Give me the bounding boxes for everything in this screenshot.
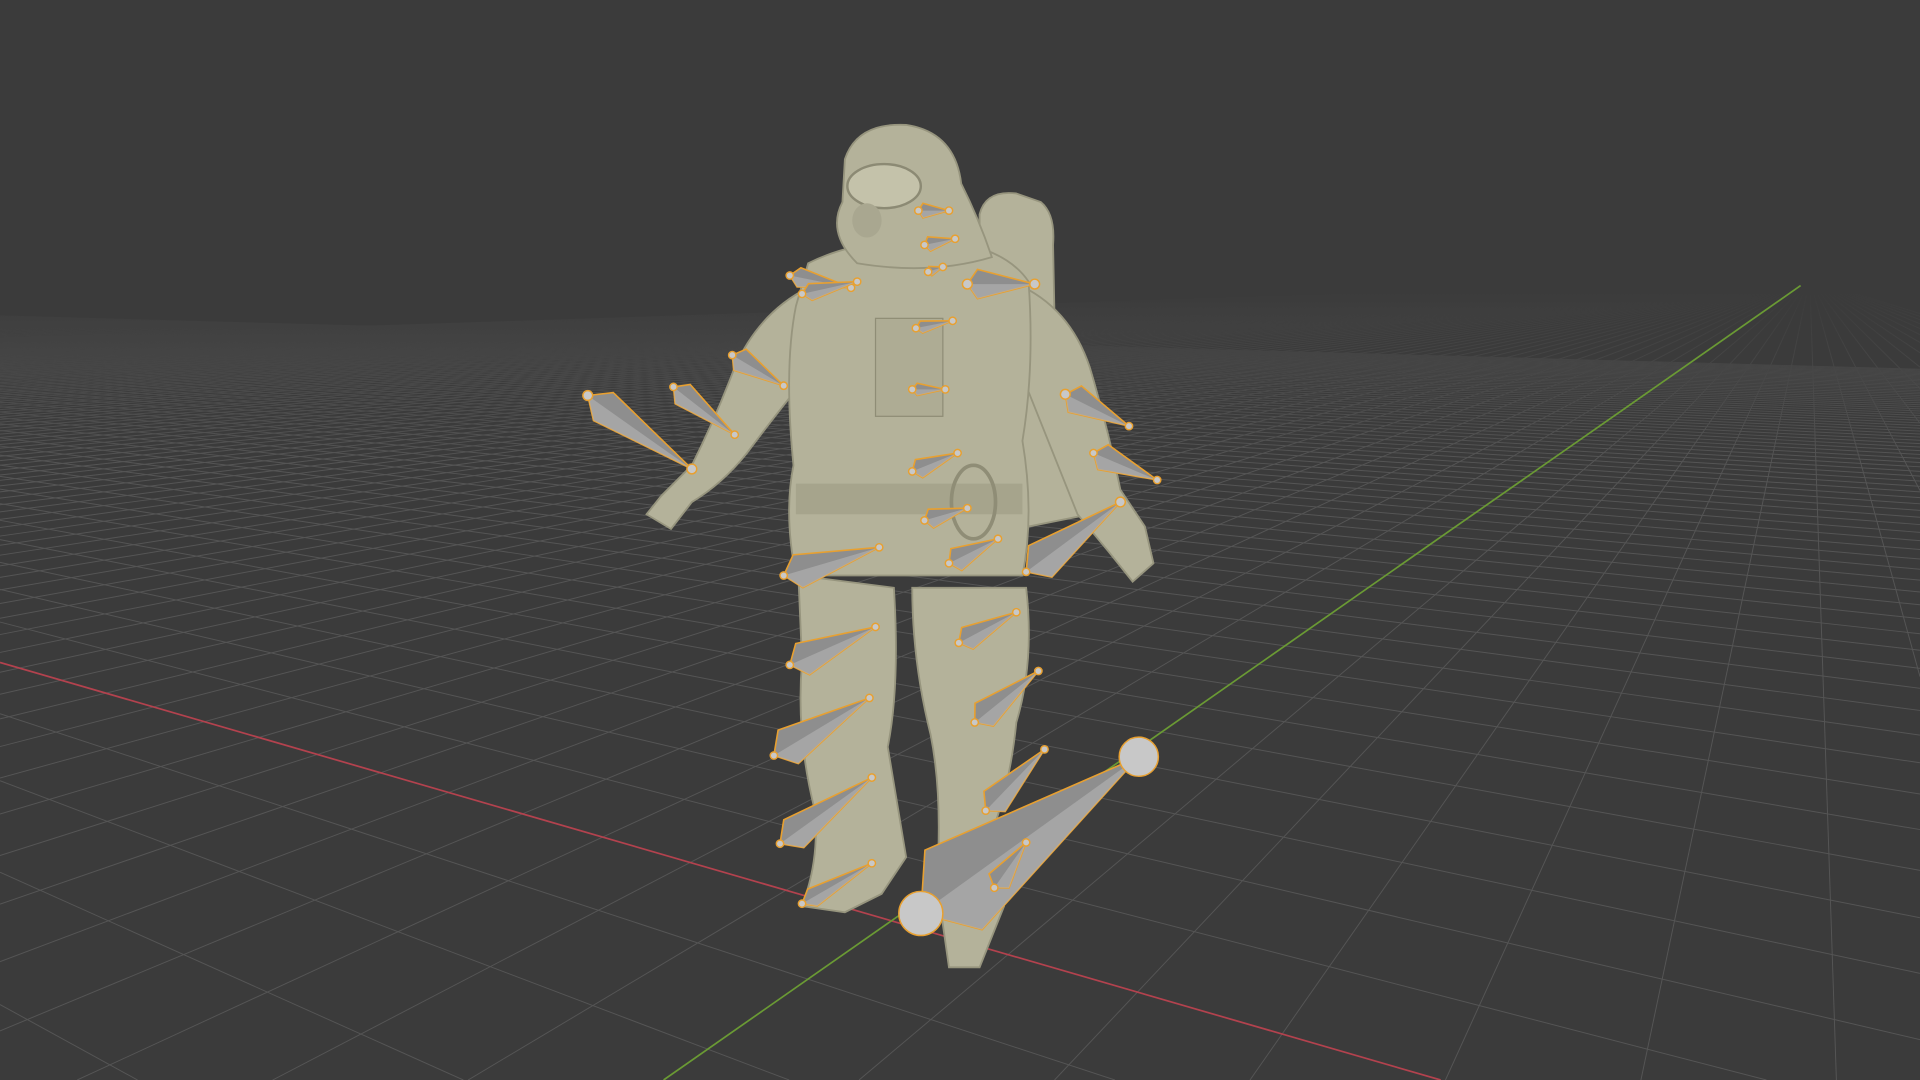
bone-tail-joint[interactable] — [779, 381, 789, 391]
grid-line — [0, 1004, 138, 1080]
belt — [795, 483, 1023, 515]
bone-head-joint[interactable] — [582, 389, 594, 402]
bone-tail-joint[interactable] — [953, 448, 962, 458]
bone-tail-joint[interactable] — [1021, 838, 1031, 847]
bone-head-joint[interactable] — [920, 516, 929, 525]
bone-head-joint[interactable] — [775, 839, 785, 849]
bone-tail-joint[interactable] — [874, 542, 884, 552]
bone-tail-joint[interactable] — [938, 262, 948, 272]
bone-head-joint[interactable] — [1021, 567, 1031, 577]
bone-tail-joint[interactable] — [867, 773, 877, 782]
bone-tail-joint[interactable] — [852, 277, 862, 287]
bone-head-joint[interactable] — [669, 382, 678, 392]
bone-tail-joint[interactable] — [962, 503, 972, 513]
bone-head-joint[interactable] — [911, 323, 921, 333]
bone-tail-joint[interactable] — [1152, 475, 1162, 485]
bone-head-joint[interactable] — [1089, 448, 1098, 458]
3d-viewport[interactable] — [0, 0, 1920, 1080]
bone-tail-joint[interactable] — [730, 430, 740, 440]
bone-tail-joint[interactable] — [1114, 496, 1127, 508]
viewport-scene[interactable] — [0, 0, 1920, 1080]
bone-head-joint[interactable] — [898, 890, 944, 937]
bone-head-joint[interactable] — [913, 206, 923, 216]
bone-head-joint[interactable] — [727, 350, 737, 360]
bone-head-joint[interactable] — [797, 899, 807, 909]
bone-tail-joint[interactable] — [993, 534, 1003, 544]
bone-tail-joint[interactable] — [1029, 278, 1041, 290]
bone-tail-joint[interactable] — [864, 693, 874, 703]
bone-tail-joint[interactable] — [948, 316, 958, 326]
goggles — [846, 162, 923, 210]
bone-head-joint[interactable] — [989, 883, 999, 893]
chest-pouch — [874, 317, 944, 417]
bone-head-joint[interactable] — [779, 571, 789, 580]
x-axis-line — [0, 661, 1441, 1080]
bone-tail-joint[interactable] — [944, 206, 954, 216]
bone-tail-joint[interactable] — [940, 384, 950, 394]
bone-head-joint[interactable] — [785, 271, 795, 280]
bone-head-joint[interactable] — [981, 806, 991, 816]
respirator — [852, 203, 882, 238]
bone-tail-joint[interactable] — [950, 234, 960, 244]
bone-tail-joint[interactable] — [871, 622, 880, 632]
bone-head-joint[interactable] — [944, 558, 954, 568]
bone-tail-joint[interactable] — [1124, 421, 1134, 431]
grid-line — [0, 871, 464, 1080]
bone-head-joint[interactable] — [1059, 388, 1071, 400]
bone-head-joint[interactable] — [970, 718, 980, 727]
bone-head-joint[interactable] — [920, 240, 929, 250]
bone-tail-joint[interactable] — [1040, 744, 1049, 754]
bone-tail-joint[interactable] — [1011, 607, 1021, 617]
bone-tail-joint[interactable] — [867, 858, 877, 868]
bone-tail-joint[interactable] — [1118, 736, 1160, 778]
bone-tail-joint[interactable] — [686, 463, 698, 475]
bone-head-joint[interactable] — [785, 660, 795, 670]
bone-head-joint[interactable] — [907, 384, 917, 394]
bone-head-joint[interactable] — [961, 278, 973, 290]
grid-line — [0, 780, 790, 1080]
bone-tail-joint[interactable] — [1033, 666, 1043, 676]
bone-head-joint[interactable] — [769, 751, 779, 760]
bone-head-joint[interactable] — [954, 638, 964, 648]
bone-head-joint[interactable] — [923, 267, 933, 277]
bone-head-joint[interactable] — [907, 467, 917, 476]
bone-head-joint[interactable] — [797, 289, 807, 299]
